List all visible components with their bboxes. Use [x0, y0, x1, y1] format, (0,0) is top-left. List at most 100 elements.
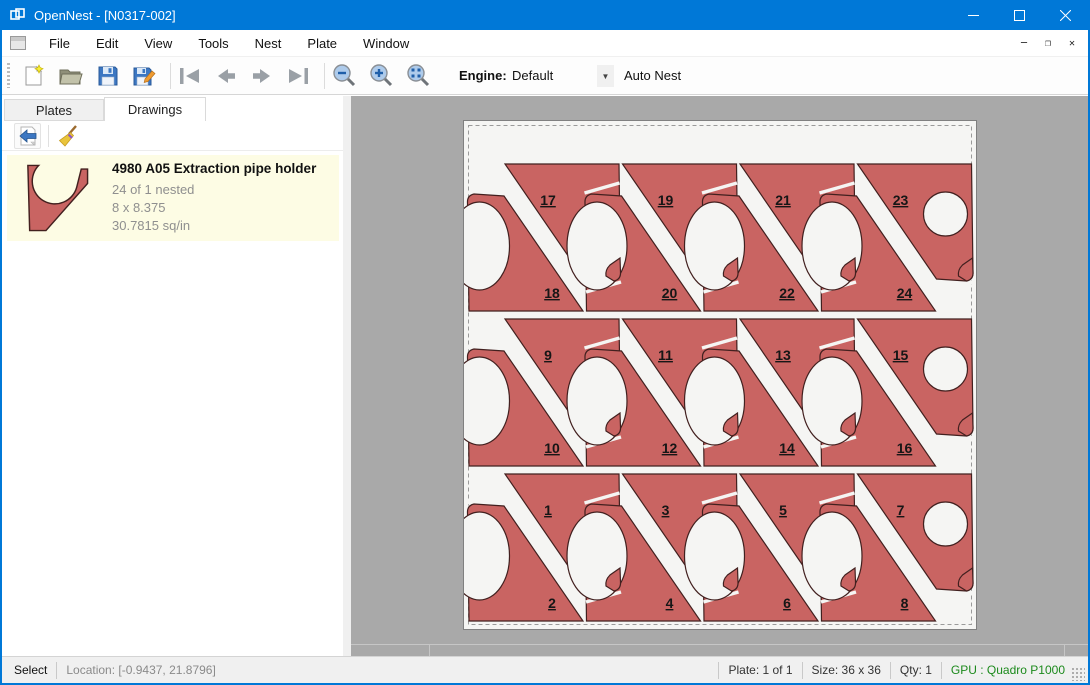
- engine-label: Engine:: [459, 68, 507, 83]
- part-number: 1: [544, 502, 552, 518]
- drawing-item-texts: 4980 A05 Extraction pipe holder 24 of 1 …: [112, 161, 316, 241]
- status-gpu: GPU : Quadro P1000: [951, 663, 1065, 677]
- zoom-out-icon: [331, 63, 357, 89]
- drawings-toolbar: [2, 121, 343, 151]
- next-plate-button[interactable]: [248, 62, 276, 90]
- last-plate-button[interactable]: [284, 62, 312, 90]
- engine-dropdown-button[interactable]: ▼: [597, 65, 614, 87]
- drawing-item-area: 30.7815 sq/in: [112, 217, 316, 235]
- save-button[interactable]: [94, 62, 122, 90]
- new-document-icon: [22, 64, 46, 88]
- part-number: 7: [897, 502, 905, 518]
- part-number: 17: [540, 192, 556, 208]
- open-folder-icon: [58, 64, 84, 88]
- drawing-item-nested: 24 of 1 nested: [112, 181, 316, 199]
- save-as-button[interactable]: [130, 62, 158, 90]
- close-button[interactable]: [1042, 0, 1088, 30]
- part-number: 2: [548, 595, 556, 611]
- menu-items: FileEditViewToolsNestPlateWindow: [36, 30, 422, 57]
- part-number: 20: [662, 285, 678, 301]
- menu-item-plate[interactable]: Plate: [294, 30, 350, 57]
- part-number: 23: [893, 192, 909, 208]
- drawing-list-item[interactable]: 4980 A05 Extraction pipe holder 24 of 1 …: [7, 155, 339, 241]
- drawing-item-title: 4980 A05 Extraction pipe holder: [112, 161, 316, 176]
- save-as-icon: [132, 64, 156, 88]
- canvas-scroll-divider: [351, 644, 1088, 645]
- part-number: 5: [779, 502, 787, 518]
- previous-plate-button[interactable]: [212, 62, 240, 90]
- part-number: 19: [658, 192, 674, 208]
- main-toolbar: Engine: Default ▼ Auto Nest: [2, 57, 1088, 95]
- status-plate: Plate: 1 of 1: [728, 663, 792, 677]
- pipe-hole-void: [924, 347, 968, 391]
- window-title: OpenNest - [N0317-002]: [34, 8, 176, 23]
- part-number: 6: [783, 595, 791, 611]
- panel-splitter[interactable]: [343, 96, 351, 656]
- app-logo-icon: [10, 7, 26, 23]
- toolbar-separator: [324, 63, 325, 89]
- status-separator: [890, 662, 891, 679]
- auto-nest-button[interactable]: Auto Nest: [624, 68, 681, 83]
- clean-button[interactable]: [54, 123, 81, 149]
- menu-item-file[interactable]: File: [36, 30, 83, 57]
- toolbar-separator: [170, 63, 171, 89]
- left-panel: Plates Drawings: [2, 96, 343, 656]
- status-separator: [718, 662, 719, 679]
- tab-plates[interactable]: Plates: [4, 99, 104, 121]
- part-number: 4: [666, 595, 674, 611]
- go-last-icon: [285, 65, 311, 87]
- part-number: 8: [901, 595, 909, 611]
- maximize-button[interactable]: [996, 0, 1042, 30]
- mdi-minimize-button[interactable]: ─: [1014, 34, 1034, 52]
- part-number: 11: [658, 347, 673, 363]
- panel-toolbar-separator: [48, 125, 49, 147]
- first-plate-button[interactable]: [176, 62, 204, 90]
- return-part-button[interactable]: [14, 123, 41, 149]
- part-number: 3: [662, 502, 670, 518]
- status-separator: [56, 662, 57, 679]
- mdi-close-button[interactable]: ✕: [1062, 34, 1082, 52]
- return-part-icon: [17, 125, 39, 147]
- status-bar: Select Location: [-0.9437, 21.8796] Plat…: [2, 656, 1088, 683]
- status-separator: [802, 662, 803, 679]
- nest-canvas[interactable]: 171819202122232491011121314151612345678: [351, 96, 1088, 656]
- save-icon: [96, 64, 120, 88]
- drawing-item-size: 8 x 8.375: [112, 199, 316, 217]
- part-number: 9: [544, 347, 552, 363]
- part-number: 14: [779, 440, 795, 456]
- mdi-restore-button[interactable]: ❐: [1038, 34, 1058, 52]
- part-number: 22: [779, 285, 795, 301]
- menu-item-view[interactable]: View: [131, 30, 185, 57]
- menu-item-nest[interactable]: Nest: [242, 30, 295, 57]
- part-number: 10: [544, 440, 560, 456]
- pipe-hole-void: [924, 502, 968, 546]
- menu-item-tools[interactable]: Tools: [185, 30, 241, 57]
- open-button[interactable]: [57, 62, 85, 90]
- plate-drawing: 171819202122232491011121314151612345678: [463, 120, 977, 630]
- zoom-out-button[interactable]: [330, 62, 358, 90]
- status-size: Size: 36 x 36: [812, 663, 881, 677]
- go-first-icon: [177, 65, 203, 87]
- new-document-button[interactable]: [20, 62, 48, 90]
- zoom-in-button[interactable]: [367, 62, 395, 90]
- mdi-child-icon[interactable]: [10, 36, 26, 50]
- menu-bar: FileEditViewToolsNestPlateWindow ─ ❐ ✕: [2, 30, 1088, 57]
- tab-drawings[interactable]: Drawings: [104, 97, 206, 121]
- zoom-fit-icon: [405, 63, 431, 89]
- toolbar-grip[interactable]: [7, 63, 10, 88]
- zoom-fit-button[interactable]: [404, 62, 432, 90]
- menu-item-edit[interactable]: Edit: [83, 30, 131, 57]
- broom-icon: [56, 124, 80, 148]
- part-number: 13: [775, 347, 791, 363]
- window-controls: [950, 0, 1088, 30]
- resize-grip[interactable]: [1071, 667, 1085, 681]
- part-number: 12: [662, 440, 678, 456]
- menu-item-window[interactable]: Window: [350, 30, 422, 57]
- status-location: Location: [-0.9437, 21.8796]: [66, 663, 215, 677]
- part-number: 24: [897, 285, 913, 301]
- engine-combobox[interactable]: Default: [512, 68, 592, 83]
- minimize-button[interactable]: [950, 0, 996, 30]
- part-number: 16: [897, 440, 913, 456]
- part-number: 18: [544, 285, 560, 301]
- mdi-window-controls: ─ ❐ ✕: [1014, 30, 1082, 56]
